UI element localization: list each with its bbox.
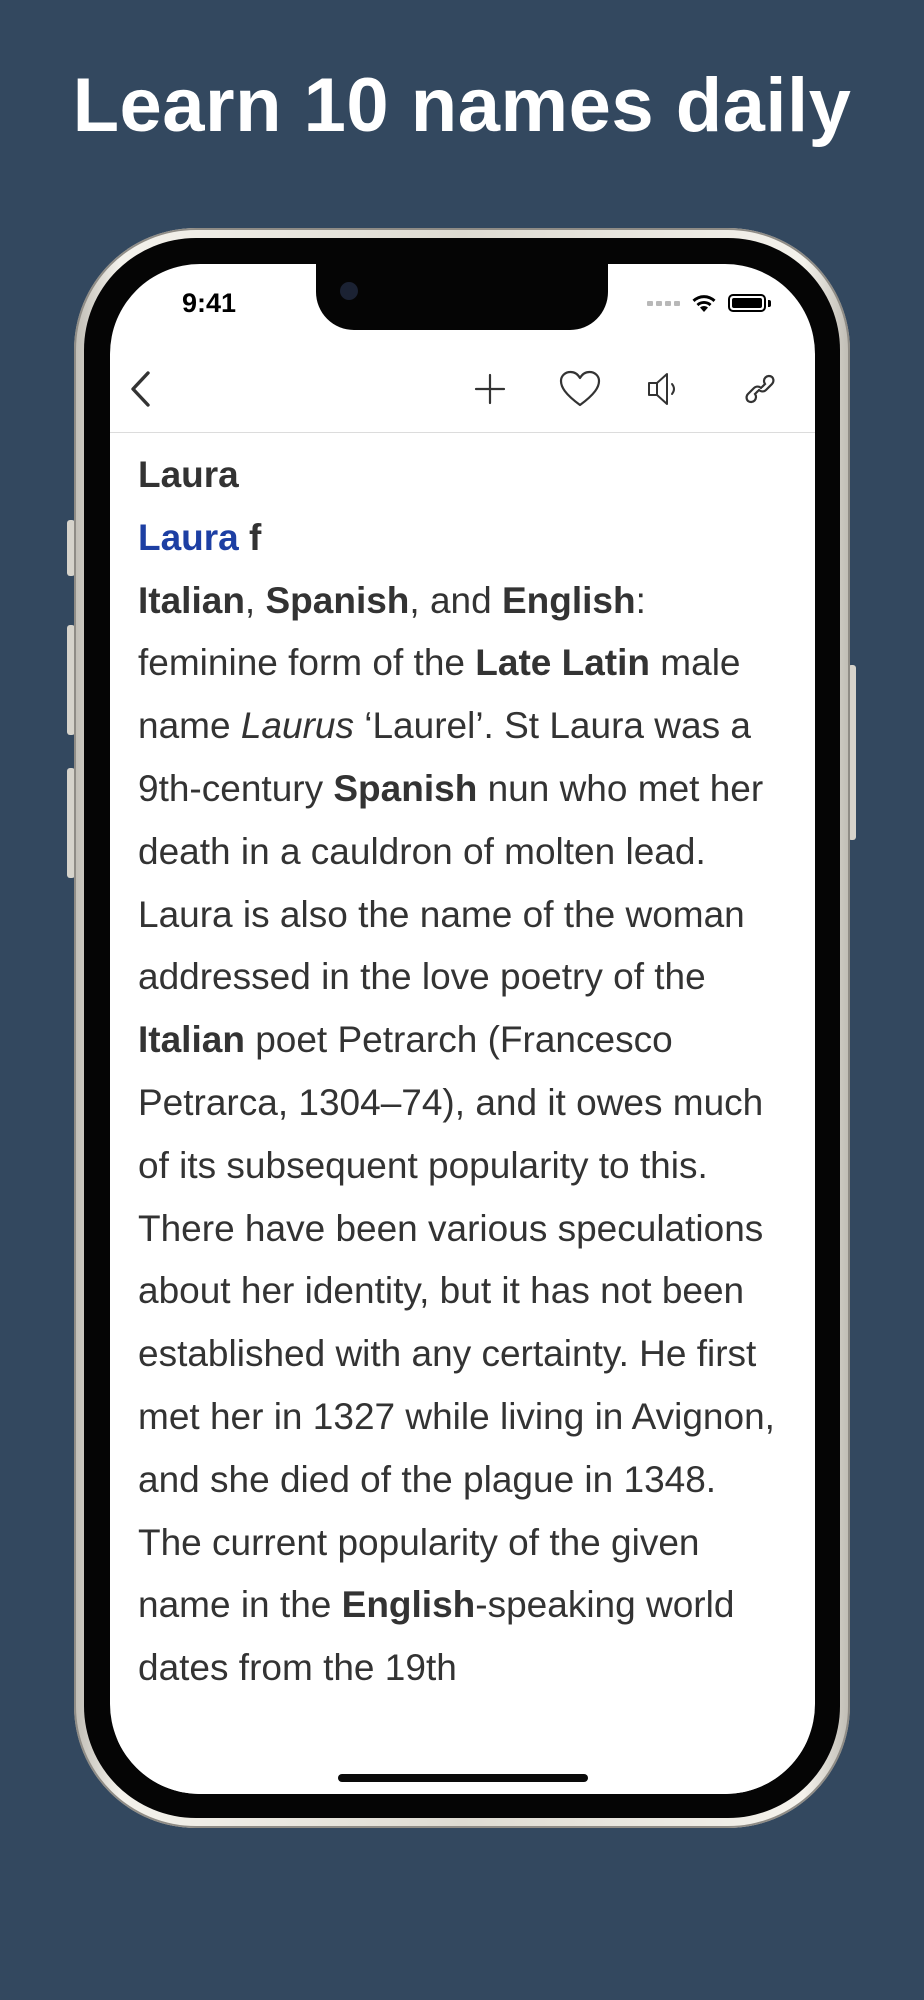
separator-text: :	[635, 579, 646, 621]
definition-text: poet Petrarch (Francesco Petrarca, 1304–…	[138, 1019, 775, 1626]
entry-definition: Italian, Spanish, and English: feminine …	[138, 570, 788, 1700]
origin-english: English	[501, 579, 636, 621]
phone-screen: 9:41 Laura Laura f Italian, Spanish, and…	[110, 264, 815, 1794]
language-italian: Italian	[138, 1019, 245, 1061]
origin-spanish: Spanish	[265, 579, 410, 621]
entry-title: Laura	[138, 454, 239, 495]
status-icons	[647, 292, 771, 314]
link-icon	[745, 374, 775, 404]
battery-icon	[728, 294, 766, 312]
pronounce-button[interactable]	[640, 364, 690, 414]
camera-lens	[340, 282, 358, 300]
name-link[interactable]: Laura	[138, 517, 239, 558]
heart-icon	[559, 370, 601, 407]
origin-italian: Italian	[138, 579, 245, 621]
bottom-safe-area	[110, 1740, 815, 1794]
plus-icon	[474, 373, 506, 405]
entry-content: Laura Laura f Italian, Spanish, and Engl…	[138, 432, 788, 1700]
root-word: Laurus	[240, 705, 354, 747]
definition-text: feminine form of the	[138, 642, 476, 684]
gender-label: f	[249, 516, 262, 558]
separator-text: , and	[409, 579, 502, 621]
wifi-icon	[692, 295, 716, 312]
favorite-button[interactable]	[555, 364, 605, 414]
battery-cap	[768, 299, 771, 307]
chevron-left-icon	[131, 371, 150, 407]
speaker-icon	[648, 373, 675, 405]
toolbar	[110, 346, 815, 433]
banner-headline: Learn 10 names daily	[72, 63, 852, 148]
home-indicator[interactable]	[338, 1774, 588, 1782]
cellular-signal-icon	[647, 300, 680, 306]
add-button[interactable]	[465, 364, 515, 414]
notch	[316, 264, 608, 330]
language-english: English	[341, 1584, 476, 1626]
entry-heading: Laura f	[138, 507, 788, 570]
back-button[interactable]	[116, 364, 166, 414]
language-late-latin: Late Latin	[475, 642, 651, 684]
status-time: 9:41	[182, 288, 237, 318]
separator-text: ,	[244, 579, 266, 621]
language-spanish: Spanish	[333, 767, 478, 809]
share-link-button[interactable]	[735, 364, 785, 414]
